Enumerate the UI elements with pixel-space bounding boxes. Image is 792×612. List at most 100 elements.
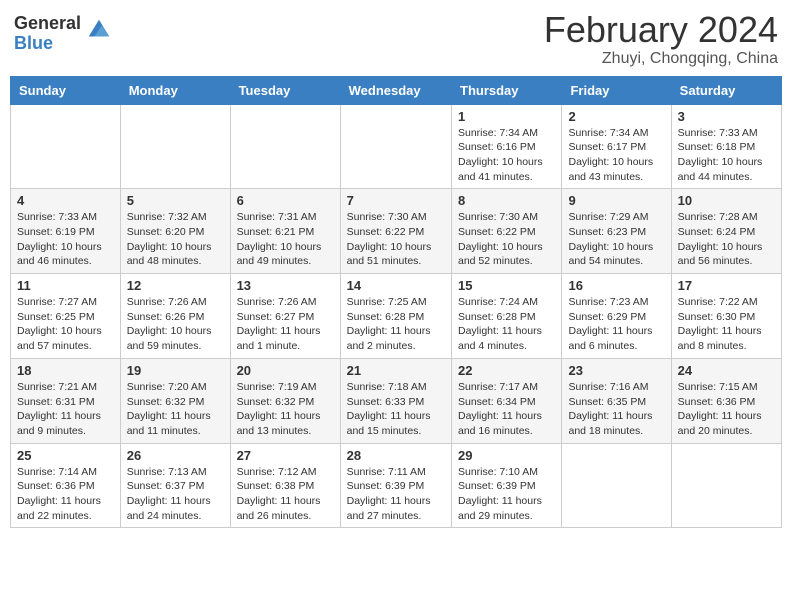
table-row: 11 Sunrise: 7:27 AMSunset: 6:25 PMDayligh… — [11, 274, 121, 359]
day-number: 21 — [347, 363, 445, 378]
day-info: Sunrise: 7:34 AMSunset: 6:16 PMDaylight:… — [458, 126, 555, 185]
day-info: Sunrise: 7:24 AMSunset: 6:28 PMDaylight:… — [458, 295, 555, 354]
day-number: 24 — [678, 363, 775, 378]
table-row: 29 Sunrise: 7:10 AMSunset: 6:39 PMDayligh… — [452, 443, 562, 528]
table-row: 24 Sunrise: 7:15 AMSunset: 6:36 PMDayligh… — [671, 358, 781, 443]
day-number: 7 — [347, 193, 445, 208]
day-info: Sunrise: 7:30 AMSunset: 6:22 PMDaylight:… — [347, 210, 445, 269]
table-row: 19 Sunrise: 7:20 AMSunset: 6:32 PMDayligh… — [120, 358, 230, 443]
logo-icon — [85, 16, 113, 44]
day-number: 5 — [127, 193, 224, 208]
day-info: Sunrise: 7:26 AMSunset: 6:26 PMDaylight:… — [127, 295, 224, 354]
day-info: Sunrise: 7:14 AMSunset: 6:36 PMDaylight:… — [17, 465, 114, 524]
day-info: Sunrise: 7:34 AMSunset: 6:17 PMDaylight:… — [568, 126, 664, 185]
title-area: February 2024 Zhuyi, Chongqing, China — [544, 10, 778, 68]
table-row: 4Sunrise: 7:33 AMSunset: 6:19 PMDaylight… — [11, 189, 121, 274]
logo: General Blue — [14, 14, 113, 54]
day-info: Sunrise: 7:17 AMSunset: 6:34 PMDaylight:… — [458, 380, 555, 439]
day-number: 23 — [568, 363, 664, 378]
day-number: 12 — [127, 278, 224, 293]
header-tuesday: Tuesday — [230, 76, 340, 104]
calendar-week-row: 11 Sunrise: 7:27 AMSunset: 6:25 PMDayligh… — [11, 274, 782, 359]
header-saturday: Saturday — [671, 76, 781, 104]
table-row: 26Sunrise: 7:13 AMSunset: 6:37 PMDayligh… — [120, 443, 230, 528]
day-info: Sunrise: 7:22 AMSunset: 6:30 PMDaylight:… — [678, 295, 775, 354]
day-info: Sunrise: 7:21 AMSunset: 6:31 PMDaylight:… — [17, 380, 114, 439]
day-info: Sunrise: 7:11 AMSunset: 6:39 PMDaylight:… — [347, 465, 445, 524]
calendar-week-row: 18 Sunrise: 7:21 AMSunset: 6:31 PMDayligh… — [11, 358, 782, 443]
table-row: 9 Sunrise: 7:29 AMSunset: 6:23 PMDaylight… — [562, 189, 671, 274]
table-row: 21 Sunrise: 7:18 AMSunset: 6:33 PMDayligh… — [340, 358, 451, 443]
table-row: 15 Sunrise: 7:24 AMSunset: 6:28 PMDayligh… — [452, 274, 562, 359]
day-info: Sunrise: 7:25 AMSunset: 6:28 PMDaylight:… — [347, 295, 445, 354]
table-row: 12 Sunrise: 7:26 AMSunset: 6:26 PMDayligh… — [120, 274, 230, 359]
day-info: Sunrise: 7:32 AMSunset: 6:20 PMDaylight:… — [127, 210, 224, 269]
day-info: Sunrise: 7:33 AMSunset: 6:19 PMDaylight:… — [17, 210, 114, 269]
day-number: 18 — [17, 363, 114, 378]
header-monday: Monday — [120, 76, 230, 104]
day-number: 14 — [347, 278, 445, 293]
day-info: Sunrise: 7:30 AMSunset: 6:22 PMDaylight:… — [458, 210, 555, 269]
day-info: Sunrise: 7:28 AMSunset: 6:24 PMDaylight:… — [678, 210, 775, 269]
table-row: 14 Sunrise: 7:25 AMSunset: 6:28 PMDayligh… — [340, 274, 451, 359]
day-info: Sunrise: 7:20 AMSunset: 6:32 PMDaylight:… — [127, 380, 224, 439]
day-number: 8 — [458, 193, 555, 208]
table-row: 18 Sunrise: 7:21 AMSunset: 6:31 PMDayligh… — [11, 358, 121, 443]
day-info: Sunrise: 7:18 AMSunset: 6:33 PMDaylight:… — [347, 380, 445, 439]
day-number: 25 — [17, 448, 114, 463]
table-row: 17 Sunrise: 7:22 AMSunset: 6:30 PMDayligh… — [671, 274, 781, 359]
day-number: 13 — [237, 278, 334, 293]
page-header: General Blue February 2024 Zhuyi, Chongq… — [10, 10, 782, 68]
table-row: 22Sunrise: 7:17 AMSunset: 6:34 PMDayligh… — [452, 358, 562, 443]
table-row: 1Sunrise: 7:34 AMSunset: 6:16 PMDaylight… — [452, 104, 562, 189]
table-row: 13 Sunrise: 7:26 AMSunset: 6:27 PMDayligh… — [230, 274, 340, 359]
day-number: 19 — [127, 363, 224, 378]
table-row — [562, 443, 671, 528]
day-info: Sunrise: 7:27 AMSunset: 6:25 PMDaylight:… — [17, 295, 114, 354]
logo-general: General — [14, 14, 81, 34]
table-row: 7 Sunrise: 7:30 AMSunset: 6:22 PMDaylight… — [340, 189, 451, 274]
day-info: Sunrise: 7:31 AMSunset: 6:21 PMDaylight:… — [237, 210, 334, 269]
day-number: 2 — [568, 109, 664, 124]
table-row: 2 Sunrise: 7:34 AMSunset: 6:17 PMDaylight… — [562, 104, 671, 189]
day-number: 15 — [458, 278, 555, 293]
header-thursday: Thursday — [452, 76, 562, 104]
day-info: Sunrise: 7:23 AMSunset: 6:29 PMDaylight:… — [568, 295, 664, 354]
table-row: 28 Sunrise: 7:11 AMSunset: 6:39 PMDayligh… — [340, 443, 451, 528]
day-info: Sunrise: 7:15 AMSunset: 6:36 PMDaylight:… — [678, 380, 775, 439]
table-row: 20 Sunrise: 7:19 AMSunset: 6:32 PMDayligh… — [230, 358, 340, 443]
table-row: 27Sunrise: 7:12 AMSunset: 6:38 PMDayligh… — [230, 443, 340, 528]
table-row — [671, 443, 781, 528]
day-number: 10 — [678, 193, 775, 208]
day-info: Sunrise: 7:26 AMSunset: 6:27 PMDaylight:… — [237, 295, 334, 354]
header-friday: Friday — [562, 76, 671, 104]
day-info: Sunrise: 7:33 AMSunset: 6:18 PMDaylight:… — [678, 126, 775, 185]
day-number: 3 — [678, 109, 775, 124]
table-row — [11, 104, 121, 189]
month-year: February 2024 — [544, 10, 778, 50]
header-wednesday: Wednesday — [340, 76, 451, 104]
logo-blue: Blue — [14, 34, 81, 54]
day-number: 20 — [237, 363, 334, 378]
table-row: 10 Sunrise: 7:28 AMSunset: 6:24 PMDayligh… — [671, 189, 781, 274]
table-row: 6 Sunrise: 7:31 AMSunset: 6:21 PMDaylight… — [230, 189, 340, 274]
day-number: 9 — [568, 193, 664, 208]
day-number: 26 — [127, 448, 224, 463]
day-number: 17 — [678, 278, 775, 293]
table-row: 5 Sunrise: 7:32 AMSunset: 6:20 PMDaylight… — [120, 189, 230, 274]
calendar-table: Sunday Monday Tuesday Wednesday Thursday… — [10, 76, 782, 529]
day-number: 16 — [568, 278, 664, 293]
day-number: 6 — [237, 193, 334, 208]
calendar-week-row: 4Sunrise: 7:33 AMSunset: 6:19 PMDaylight… — [11, 189, 782, 274]
location: Zhuyi, Chongqing, China — [544, 50, 778, 68]
day-info: Sunrise: 7:19 AMSunset: 6:32 PMDaylight:… — [237, 380, 334, 439]
table-row: 16 Sunrise: 7:23 AMSunset: 6:29 PMDayligh… — [562, 274, 671, 359]
table-row: 3 Sunrise: 7:33 AMSunset: 6:18 PMDaylight… — [671, 104, 781, 189]
day-number: 11 — [17, 278, 114, 293]
day-number: 28 — [347, 448, 445, 463]
day-number: 29 — [458, 448, 555, 463]
logo-text: General Blue — [14, 14, 81, 54]
header-sunday: Sunday — [11, 76, 121, 104]
day-info: Sunrise: 7:10 AMSunset: 6:39 PMDaylight:… — [458, 465, 555, 524]
day-info: Sunrise: 7:29 AMSunset: 6:23 PMDaylight:… — [568, 210, 664, 269]
